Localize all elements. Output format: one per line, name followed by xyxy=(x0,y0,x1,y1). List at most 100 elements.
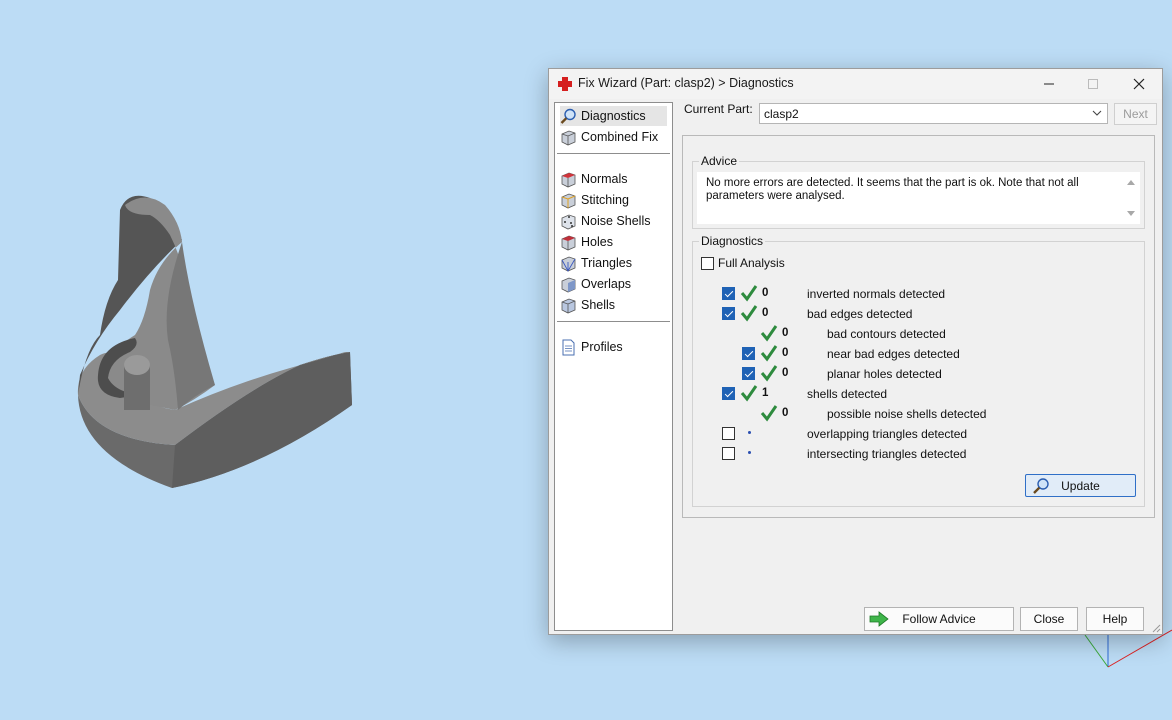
help-button[interactable]: Help xyxy=(1086,607,1144,631)
row-text: possible noise shells detected xyxy=(827,407,987,421)
sidebar-item-combined-fix[interactable]: Combined Fix xyxy=(560,127,667,147)
close-window-button[interactable] xyxy=(1116,69,1162,99)
green-check-icon xyxy=(760,365,778,382)
maximize-button[interactable] xyxy=(1070,69,1116,99)
row-text: near bad edges detected xyxy=(827,347,960,361)
sidebar-item-diagnostics[interactable]: Diagnostics xyxy=(560,106,667,126)
row-checkbox[interactable] xyxy=(722,447,735,460)
cube-red-icon xyxy=(561,172,576,187)
maximize-icon xyxy=(1088,79,1098,89)
row-checkbox[interactable] xyxy=(722,387,735,400)
diagnostic-row: overlapping triangles detected xyxy=(722,424,1142,442)
full-analysis-label: Full Analysis xyxy=(718,256,785,270)
row-text: planar holes detected xyxy=(827,367,942,381)
clasp-3d-model xyxy=(77,195,352,488)
magnifier-icon xyxy=(560,108,576,124)
close-icon xyxy=(1133,78,1145,90)
green-check-icon xyxy=(740,385,758,402)
advice-textbox[interactable]: No more errors are detected. It seems th… xyxy=(697,172,1140,224)
close-button[interactable]: Close xyxy=(1020,607,1078,631)
update-button[interactable]: Update xyxy=(1025,474,1136,497)
row-checkbox[interactable] xyxy=(722,307,735,320)
diagnostics-group: Diagnostics Full Analysis 0 inverted nor… xyxy=(692,234,1145,507)
sidebar-item-profiles[interactable]: Profiles xyxy=(560,337,667,357)
follow-advice-label: Follow Advice xyxy=(902,612,976,626)
full-analysis-box[interactable] xyxy=(701,256,714,270)
advice-group: Advice No more errors are detected. It s… xyxy=(692,154,1145,229)
wizard-sidebar: Diagnostics Combined Fix Normals Stitchi… xyxy=(554,102,673,631)
sidebar-divider xyxy=(557,153,670,154)
axis-gizmo xyxy=(1084,629,1172,668)
window-title: Fix Wizard (Part: clasp2) > Diagnostics xyxy=(578,76,794,90)
sidebar-item-label: Profiles xyxy=(581,340,623,354)
row-count: 0 xyxy=(782,407,789,419)
sidebar-item-stitching[interactable]: Stitching xyxy=(560,190,667,210)
row-count: 0 xyxy=(782,367,789,379)
fix-wizard-dialog: Fix Wizard (Part: clasp2) > Diagnostics … xyxy=(548,68,1163,635)
diagnostic-row: 0 possible noise shells detected xyxy=(722,404,1142,422)
diagnostic-row: 0 bad edges detected xyxy=(722,304,1142,322)
cube-overlap-icon xyxy=(561,277,576,292)
sidebar-item-label: Shells xyxy=(581,298,616,312)
sidebar-item-shells[interactable]: Shells xyxy=(560,295,667,315)
minimize-button[interactable] xyxy=(1026,69,1072,99)
diagnostic-row: 1 shells detected xyxy=(722,384,1142,402)
advice-text: No more errors are detected. It seems th… xyxy=(706,177,1079,202)
update-button-label: Update xyxy=(1061,478,1100,493)
row-count: 0 xyxy=(782,347,789,359)
sidebar-item-normals[interactable]: Normals xyxy=(560,169,667,189)
cube-stitch-icon xyxy=(561,193,576,208)
advice-scrollbar[interactable] xyxy=(1124,176,1138,220)
cube-icon xyxy=(561,130,576,145)
sidebar-item-overlaps[interactable]: Overlaps xyxy=(560,274,667,294)
title-bar[interactable]: Fix Wizard (Part: clasp2) > Diagnostics xyxy=(549,69,1162,99)
green-check-icon xyxy=(760,345,778,362)
row-checkbox[interactable] xyxy=(742,347,755,360)
row-text: bad contours detected xyxy=(827,327,946,341)
green-check-icon xyxy=(740,305,758,322)
red-cross-icon xyxy=(558,77,572,91)
sidebar-item-noise-shells[interactable]: Noise Shells xyxy=(560,211,667,231)
chevron-down-icon xyxy=(1092,110,1102,116)
follow-advice-button[interactable]: Follow Advice xyxy=(864,607,1014,631)
cube-dots-icon xyxy=(561,214,576,229)
row-text: inverted normals detected xyxy=(807,287,946,301)
row-text: overlapping triangles detected xyxy=(807,427,968,441)
sidebar-item-holes[interactable]: Holes xyxy=(560,232,667,252)
diagnostic-row: 0 near bad edges detected xyxy=(722,344,1142,362)
next-button[interactable]: Next xyxy=(1114,103,1157,125)
diagnostic-row: intersecting triangles detected xyxy=(722,444,1142,462)
pending-dot-icon xyxy=(748,451,751,454)
full-analysis-checkbox[interactable]: Full Analysis xyxy=(701,256,785,270)
current-part-label: Current Part: xyxy=(684,102,753,116)
sidebar-item-triangles[interactable]: Triangles xyxy=(560,253,667,273)
green-arrow-icon xyxy=(869,611,889,627)
document-icon xyxy=(562,339,575,355)
row-checkbox[interactable] xyxy=(722,427,735,440)
current-part-value: clasp2 xyxy=(764,107,799,121)
cube-shell-icon xyxy=(561,298,576,313)
sidebar-item-label: Noise Shells xyxy=(581,214,651,228)
sidebar-item-label: Normals xyxy=(581,172,628,186)
sidebar-item-label: Overlaps xyxy=(581,277,632,291)
magnifier-icon xyxy=(1033,478,1049,494)
diagnostics-panel: Advice No more errors are detected. It s… xyxy=(682,135,1155,518)
row-count: 0 xyxy=(782,327,789,339)
row-checkbox[interactable] xyxy=(722,287,735,300)
advice-group-label: Advice xyxy=(699,154,740,168)
row-count: 0 xyxy=(762,307,769,319)
sidebar-item-label: Diagnostics xyxy=(581,109,646,123)
green-check-icon xyxy=(740,285,758,302)
resize-grip-icon[interactable] xyxy=(1151,623,1161,633)
row-checkbox[interactable] xyxy=(742,367,755,380)
cube-triangle-icon xyxy=(561,256,576,272)
diagnostic-row: 0 inverted normals detected xyxy=(722,284,1142,302)
green-check-icon xyxy=(760,325,778,342)
row-text: bad edges detected xyxy=(807,307,913,321)
sidebar-item-label: Stitching xyxy=(581,193,629,207)
sidebar-item-label: Combined Fix xyxy=(581,130,659,144)
row-text: intersecting triangles detected xyxy=(807,447,967,461)
row-count: 1 xyxy=(762,387,769,399)
current-part-select[interactable]: clasp2 xyxy=(759,103,1108,124)
cube-hole-icon xyxy=(561,235,576,250)
